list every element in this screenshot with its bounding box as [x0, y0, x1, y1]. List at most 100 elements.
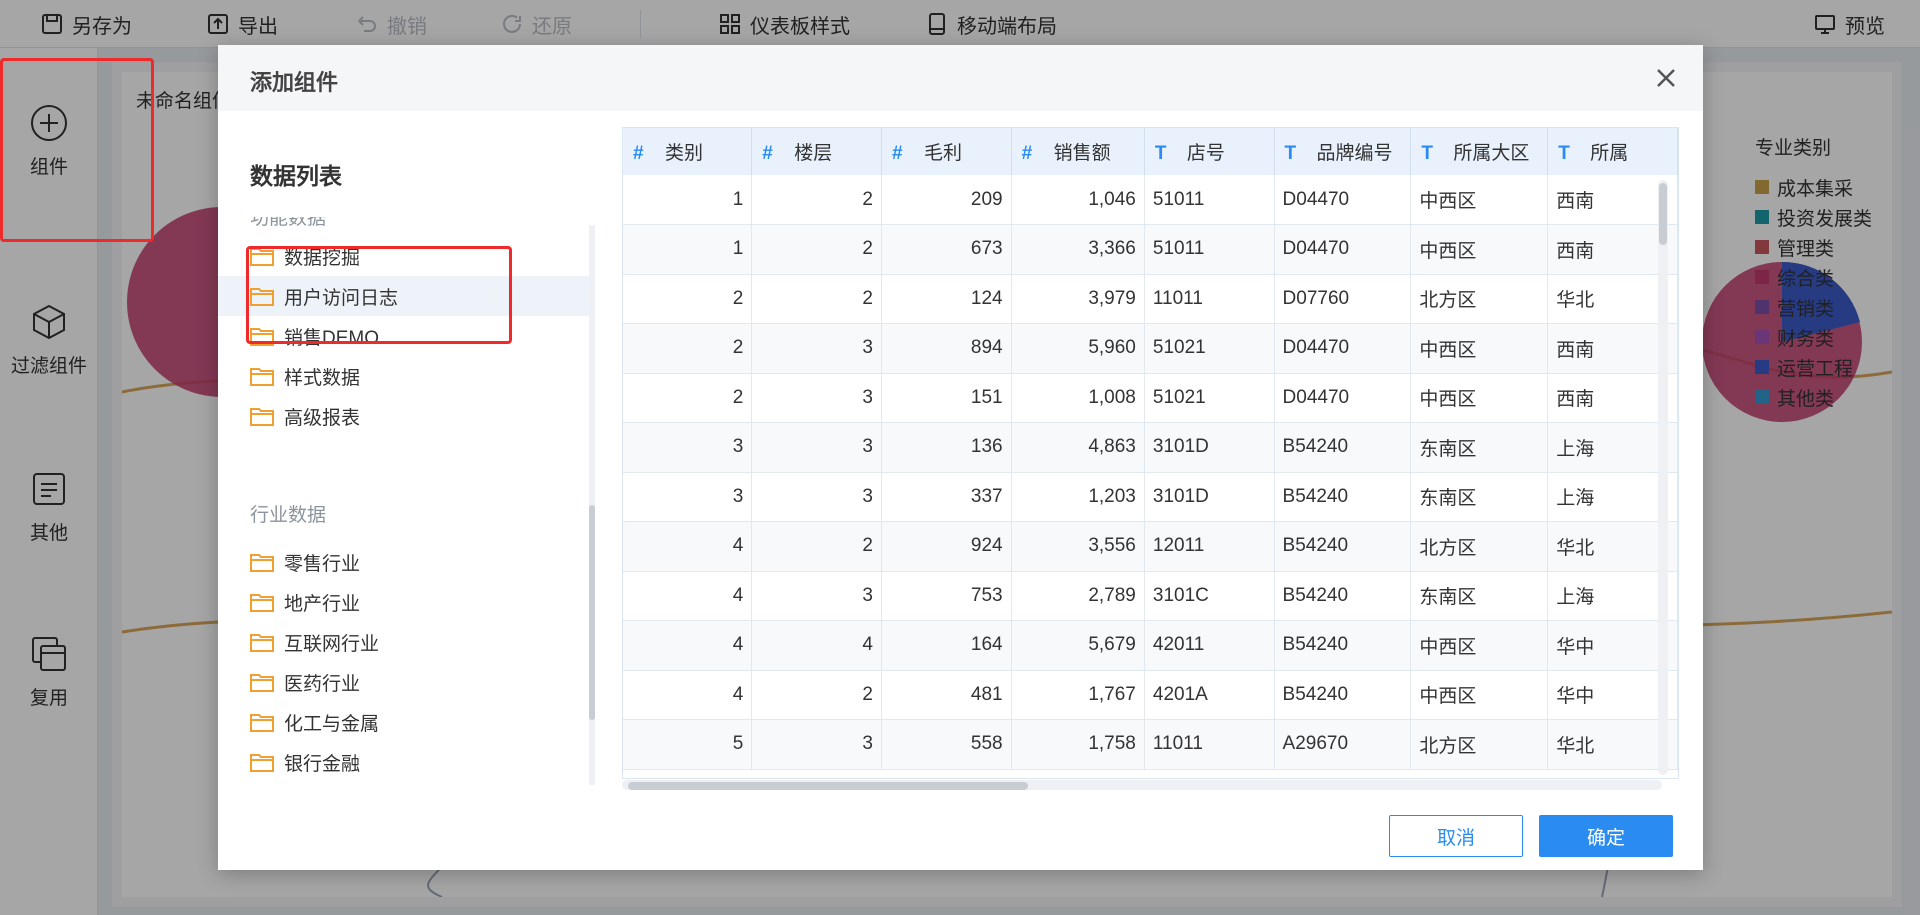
table-cell: 4	[623, 670, 753, 720]
tree-item-label: 零售行业	[284, 553, 361, 575]
confirm-button[interactable]: 确定	[1539, 815, 1673, 857]
table-cell: B54240	[1274, 422, 1412, 473]
table-cell: B54240	[1274, 670, 1412, 720]
table-cell: 3	[623, 472, 753, 522]
folder-icon	[250, 408, 274, 426]
table-cell: 北方区	[1410, 274, 1549, 324]
table-cell: 5	[623, 719, 753, 770]
data-preview-table: # 类别 # 楼层 # 毛利 # 销售额 T 店号 T 品牌编号 T 所属大区 T 所属 1 2 209 1,046…	[622, 127, 1679, 779]
text-type-icon: T	[1154, 143, 1167, 164]
table-cell: 337	[881, 472, 1012, 522]
column-header-label: 所属大区	[1453, 143, 1530, 164]
table-cell: 136	[881, 422, 1012, 473]
table-cell: D04470	[1274, 224, 1412, 275]
folder-icon	[250, 754, 274, 772]
highlight-box-tree-items	[246, 246, 512, 344]
cancel-button[interactable]: 取消	[1389, 815, 1523, 857]
tree-item[interactable]: 互联网行业	[218, 622, 594, 662]
table-horizontal-scrollbar-thumb[interactable]	[628, 782, 1028, 790]
table-cell: 3	[751, 472, 882, 522]
number-type-icon: #	[1021, 143, 1033, 164]
table-cell: 中西区	[1410, 224, 1549, 275]
column-header[interactable]: T 店号	[1144, 128, 1275, 175]
column-header[interactable]: # 销售额	[1011, 128, 1145, 175]
highlight-box-component	[0, 58, 154, 242]
table-cell: 5,960	[1011, 323, 1145, 374]
table-cell: A29670	[1274, 719, 1412, 770]
table-cell: 1,767	[1011, 670, 1145, 720]
tree-item[interactable]: 医药行业	[218, 662, 594, 702]
tree-item-label: 银行金融	[284, 753, 361, 775]
column-header[interactable]: # 楼层	[751, 128, 882, 175]
table-row: 1 2 673 3,366 51011 D04470 中西区 西南	[623, 224, 1678, 275]
table-row: 4 2 924 3,556 12011 B54240 北方区 华北	[623, 521, 1678, 572]
column-header-label: 销售额	[1053, 143, 1111, 164]
table-cell: 481	[881, 670, 1012, 720]
table-cell: 东南区	[1410, 472, 1549, 522]
table-vertical-scrollbar[interactable]	[1658, 180, 1668, 775]
column-header-label: 毛利	[923, 143, 962, 164]
table-cell: 2	[751, 670, 882, 720]
folder-icon	[250, 674, 274, 692]
table-cell: 12011	[1144, 521, 1275, 572]
column-header-label: 类别	[665, 143, 704, 164]
table-cell: 209	[881, 175, 1012, 225]
table-row: 2 3 894 5,960 51021 D04470 中西区 西南	[623, 323, 1678, 374]
number-type-icon: #	[762, 143, 773, 164]
table-cell: 1,203	[1011, 472, 1145, 522]
tree-item[interactable]: 样式数据	[218, 356, 594, 396]
table-vertical-scrollbar-thumb[interactable]	[1659, 183, 1667, 245]
table-cell: 3101D	[1144, 472, 1275, 522]
column-header[interactable]: T 品牌编号	[1274, 128, 1412, 175]
table-cell: 3,366	[1011, 224, 1145, 275]
table-cell: 673	[881, 224, 1012, 275]
table-cell: B54240	[1274, 571, 1412, 621]
table-cell: 2	[751, 224, 882, 275]
number-type-icon: #	[891, 143, 903, 164]
table-row: 4 3 753 2,789 3101C B54240 东南区 上海	[623, 571, 1678, 621]
text-type-icon: T	[1421, 143, 1433, 164]
column-header[interactable]: # 类别	[623, 128, 753, 175]
folder-icon	[250, 368, 274, 386]
table-cell: 2	[751, 175, 882, 225]
close-icon[interactable]	[1651, 63, 1681, 93]
column-header[interactable]: # 毛利	[881, 128, 1012, 175]
tree-item-label: 样式数据	[284, 367, 361, 389]
table-cell: 164	[881, 620, 1012, 671]
table-cell: 2	[751, 274, 882, 324]
tree-scrollbar-thumb[interactable]	[589, 505, 595, 720]
table-cell: 1,046	[1011, 175, 1145, 225]
table-cell: 3	[751, 373, 882, 423]
tree-item[interactable]: 零售行业	[218, 542, 594, 582]
folder-icon	[250, 634, 274, 652]
column-header[interactable]: T 所属	[1547, 128, 1678, 175]
table-row: 3 3 337 1,203 3101D B54240 东南区 上海	[623, 472, 1678, 522]
tree-item[interactable]: 地产行业	[218, 582, 594, 622]
table-cell: 中西区	[1410, 620, 1549, 671]
table-cell: B54240	[1274, 620, 1412, 671]
tree-item-label: 互联网行业	[284, 633, 380, 655]
table-cell: 中西区	[1410, 323, 1549, 374]
table-cell: 1,008	[1011, 373, 1145, 423]
tree-item[interactable]: 租赁行业	[218, 782, 594, 787]
table-cell: 51011	[1144, 224, 1275, 275]
table-cell: 3	[623, 422, 753, 473]
tree-item[interactable]: 高级报表	[218, 396, 594, 436]
table-cell: D04470	[1274, 175, 1412, 225]
table-cell: 4	[623, 521, 753, 572]
tree-item[interactable]: 化工与金属	[218, 702, 594, 742]
table-cell: 11011	[1144, 274, 1275, 324]
tree-item[interactable]: 银行金融	[218, 742, 594, 782]
table-cell: 11011	[1144, 719, 1275, 770]
table-cell: 3	[751, 719, 882, 770]
table-cell: D04470	[1274, 323, 1412, 374]
dialog-title: 添加组件	[250, 70, 339, 95]
tree-group-label: 功能数据	[250, 217, 327, 229]
folder-icon	[250, 714, 274, 732]
table-cell: 中西区	[1410, 670, 1549, 720]
table-cell: 3	[751, 422, 882, 473]
table-row: 1 2 209 1,046 51011 D04470 中西区 西南	[623, 175, 1678, 225]
column-header[interactable]: T 所属大区	[1410, 128, 1549, 175]
column-header-label: 店号	[1186, 143, 1225, 164]
table-cell: 5,679	[1011, 620, 1145, 671]
